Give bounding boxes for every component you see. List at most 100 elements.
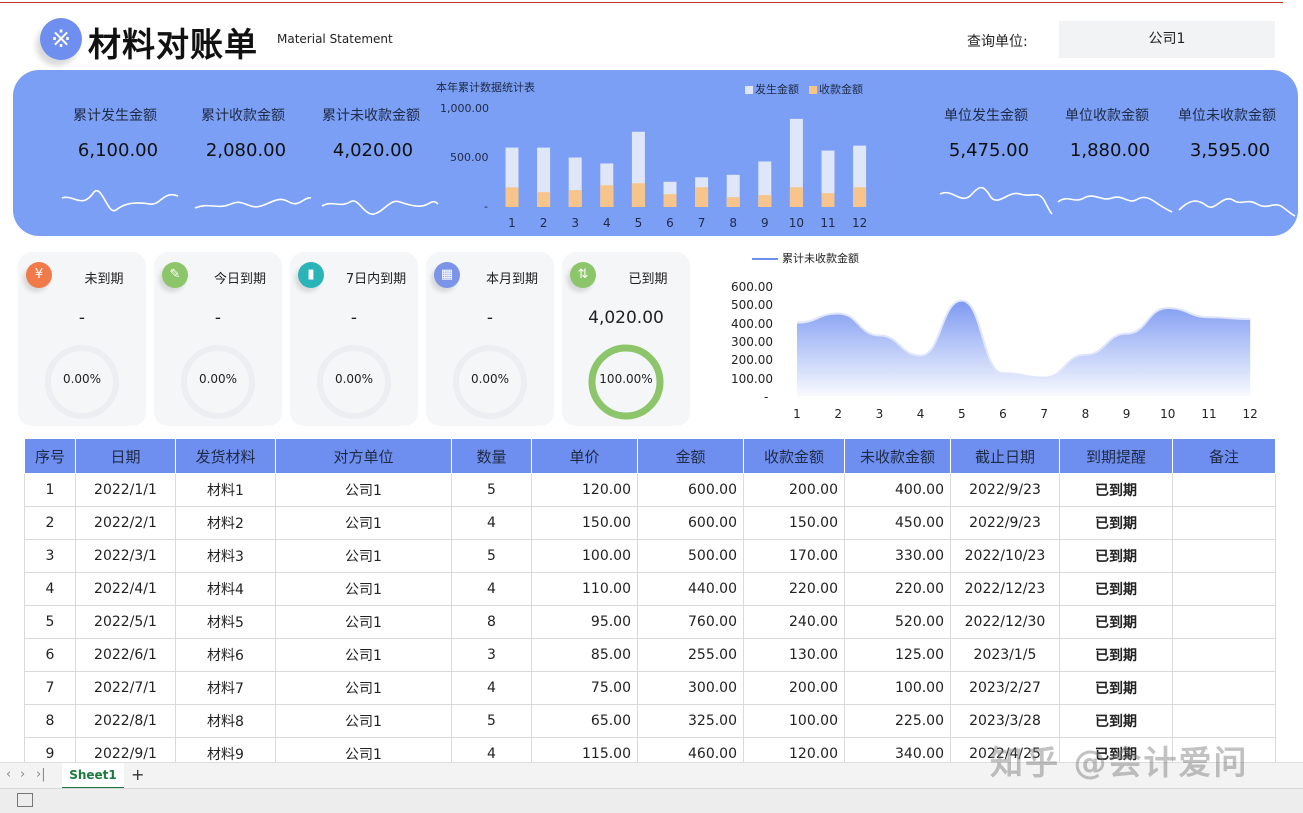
table-cell[interactable]: 5 [451,704,532,738]
table-cell[interactable]: 125.00 [844,638,951,672]
due-reminder-cell[interactable]: 已到期 [1059,605,1173,639]
table-cell[interactable]: 440.00 [637,572,744,606]
table-cell[interactable] [1172,539,1276,573]
table-cell[interactable]: 公司1 [275,671,452,705]
table-cell[interactable]: 1 [24,473,76,507]
column-header[interactable]: 金额 [637,438,744,474]
table-cell[interactable]: 2022/2/1 [75,506,176,540]
table-cell[interactable]: 公司1 [275,539,452,573]
table-cell[interactable]: 200.00 [743,473,845,507]
table-cell[interactable]: 2022/1/1 [75,473,176,507]
table-cell[interactable]: 2022/12/30 [950,605,1060,639]
table-cell[interactable]: 2023/2/27 [950,671,1060,705]
column-header[interactable]: 日期 [75,438,176,474]
due-reminder-cell[interactable]: 已到期 [1059,506,1173,540]
table-cell[interactable]: 材料4 [175,572,276,606]
column-header[interactable]: 截止日期 [950,438,1060,474]
table-cell[interactable]: 240.00 [743,605,845,639]
due-reminder-cell[interactable]: 已到期 [1059,704,1173,738]
table-cell[interactable]: 公司1 [275,572,452,606]
table-cell[interactable]: 2022/4/1 [75,572,176,606]
table-cell[interactable]: 材料6 [175,638,276,672]
table-cell[interactable]: 2022/12/23 [950,572,1060,606]
table-cell[interactable]: 2022/3/1 [75,539,176,573]
table-cell[interactable]: 330.00 [844,539,951,573]
table-cell[interactable]: 材料3 [175,539,276,573]
table-cell[interactable]: 4 [24,572,76,606]
table-cell[interactable]: 5 [451,539,532,573]
table-cell[interactable]: 2023/3/28 [950,704,1060,738]
table-cell[interactable] [1172,572,1276,606]
table-cell[interactable]: 公司1 [275,704,452,738]
table-cell[interactable]: 300.00 [637,671,744,705]
table-cell[interactable]: 4 [451,506,532,540]
table-cell[interactable]: 材料7 [175,671,276,705]
table-cell[interactable] [1172,671,1276,705]
column-header[interactable]: 数量 [451,438,532,474]
table-cell[interactable] [1172,704,1276,738]
table-cell[interactable]: 325.00 [637,704,744,738]
table-cell[interactable]: 材料8 [175,704,276,738]
table-cell[interactable]: 4 [451,671,532,705]
table-cell[interactable]: 2023/1/5 [950,638,1060,672]
page-layout-icon[interactable] [17,793,33,807]
table-cell[interactable]: 8 [24,704,76,738]
table-cell[interactable]: 2022/8/1 [75,704,176,738]
table-cell[interactable]: 2022/9/23 [950,473,1060,507]
table-cell[interactable]: 400.00 [844,473,951,507]
table-cell[interactable]: 600.00 [637,473,744,507]
table-cell[interactable]: 2022/6/1 [75,638,176,672]
table-cell[interactable]: 公司1 [275,638,452,672]
table-cell[interactable]: 65.00 [531,704,638,738]
table-cell[interactable]: 220.00 [844,572,951,606]
table-cell[interactable]: 2022/5/1 [75,605,176,639]
sheet-prev-icon[interactable]: ‹ [6,767,11,782]
table-cell[interactable]: 2022/7/1 [75,671,176,705]
table-cell[interactable]: 2 [24,506,76,540]
due-reminder-cell[interactable]: 已到期 [1059,671,1173,705]
column-header[interactable]: 收款金额 [743,438,845,474]
table-cell[interactable]: 255.00 [637,638,744,672]
table-cell[interactable]: 公司1 [275,473,452,507]
table-cell[interactable]: 150.00 [743,506,845,540]
sheet-tab-sheet1[interactable]: Sheet1 [62,763,124,789]
due-reminder-cell[interactable]: 已到期 [1059,572,1173,606]
table-cell[interactable]: 材料5 [175,605,276,639]
table-cell[interactable] [1172,605,1276,639]
sheet-next-icon[interactable]: › [20,767,25,782]
table-cell[interactable]: 500.00 [637,539,744,573]
table-cell[interactable] [1172,473,1276,507]
table-cell[interactable]: 150.00 [531,506,638,540]
column-header[interactable]: 未收款金额 [844,438,951,474]
table-cell[interactable]: 200.00 [743,671,845,705]
table-cell[interactable]: 95.00 [531,605,638,639]
table-cell[interactable]: 8 [451,605,532,639]
due-reminder-cell[interactable]: 已到期 [1059,473,1173,507]
add-sheet-button[interactable]: + [131,765,144,784]
column-header[interactable]: 到期提醒 [1059,438,1173,474]
table-cell[interactable]: 5 [451,473,532,507]
table-cell[interactable]: 600.00 [637,506,744,540]
table-cell[interactable]: 3 [24,539,76,573]
table-cell[interactable]: 100.00 [844,671,951,705]
table-cell[interactable]: 85.00 [531,638,638,672]
table-cell[interactable]: 2022/10/23 [950,539,1060,573]
due-reminder-cell[interactable]: 已到期 [1059,638,1173,672]
table-cell[interactable]: 6 [24,638,76,672]
table-cell[interactable]: 520.00 [844,605,951,639]
table-cell[interactable]: 120.00 [531,473,638,507]
query-unit-select[interactable]: 公司1 [1059,21,1275,58]
column-header[interactable]: 发货材料 [175,438,276,474]
table-cell[interactable]: 7 [24,671,76,705]
table-cell[interactable]: 3 [451,638,532,672]
column-header[interactable]: 序号 [24,438,76,474]
table-cell[interactable]: 130.00 [743,638,845,672]
table-cell[interactable]: 100.00 [531,539,638,573]
table-cell[interactable]: 220.00 [743,572,845,606]
table-cell[interactable]: 450.00 [844,506,951,540]
sheet-last-icon[interactable]: ›| [36,767,46,782]
table-cell[interactable]: 公司1 [275,605,452,639]
table-cell[interactable]: 材料1 [175,473,276,507]
table-cell[interactable]: 760.00 [637,605,744,639]
table-cell[interactable] [1172,506,1276,540]
